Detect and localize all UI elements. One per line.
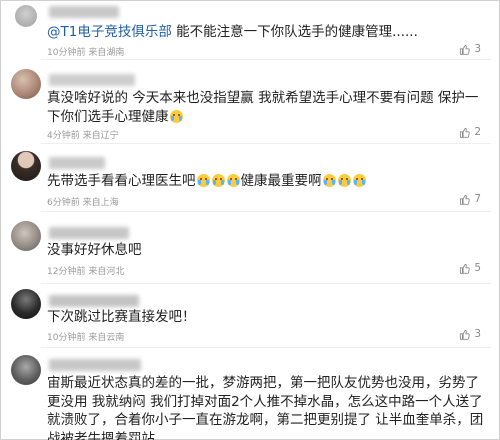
crying-emoji-icon bbox=[169, 110, 183, 123]
comment-time: 4分钟前 bbox=[47, 131, 80, 141]
avatar[interactable] bbox=[11, 221, 41, 251]
comment-item: 真没啥好说的 今天本来也没指望赢 我就希望选手心理不要有问题 保护一下你们选手心… bbox=[1, 61, 500, 143]
comment-list: @T1电子竞技俱乐部 能不能注意一下你队选手的健康管理...... 10分钟前 … bbox=[0, 0, 500, 440]
like-count: 5 bbox=[474, 262, 481, 274]
username-blurred[interactable] bbox=[49, 359, 141, 371]
like-count: 3 bbox=[474, 328, 481, 340]
crying-emoji-icon bbox=[352, 174, 366, 187]
mention-link[interactable]: @T1电子竞技俱乐部 bbox=[47, 24, 172, 40]
comment-text: 下次跳过比赛直接发吧！ bbox=[47, 308, 487, 327]
comment-body: 宙斯最近状态真的差的一批，梦游两把，第一把队友优势也没用，劣势了更没用 我就纳闷… bbox=[47, 375, 484, 440]
like-count: 7 bbox=[474, 193, 481, 205]
crying-emoji-icon bbox=[337, 174, 351, 187]
divider bbox=[41, 59, 491, 60]
thumbs-up-icon bbox=[460, 44, 471, 55]
comment-time: 6分钟前 bbox=[47, 198, 80, 208]
comment-location: 来自湖南 bbox=[88, 48, 125, 58]
comment-item: 没事好好休息吧 12分钟前 来自河北 5 bbox=[1, 213, 500, 283]
comment-body: 真没啥好说的 今天本来也没指望赢 我就希望选手心理不要有问题 保护一下你们选手心… bbox=[47, 90, 479, 125]
divider bbox=[41, 283, 491, 284]
avatar[interactable] bbox=[11, 69, 41, 99]
username-blurred[interactable] bbox=[49, 74, 135, 86]
comment-location: 来自辽宁 bbox=[82, 131, 119, 141]
comment-body: 下次跳过比赛直接发吧！ bbox=[47, 309, 196, 325]
avatar[interactable] bbox=[11, 151, 41, 181]
like-button[interactable]: 3 bbox=[459, 328, 481, 340]
comment-body: 健康最重要啊 bbox=[240, 173, 322, 189]
comment-time: 10分钟前 bbox=[47, 333, 86, 343]
username-blurred[interactable] bbox=[49, 6, 119, 18]
divider bbox=[41, 347, 491, 348]
comment-text: 真没啥好说的 今天本来也没指望赢 我就希望选手心理不要有问题 保护一下你们选手心… bbox=[47, 89, 487, 127]
comment-location: 来自河北 bbox=[88, 267, 125, 277]
comment-location: 来自云南 bbox=[88, 333, 125, 343]
comment-meta: 4分钟前 来自辽宁 bbox=[47, 128, 119, 141]
username-blurred[interactable] bbox=[49, 227, 129, 239]
comment-text: @T1电子竞技俱乐部 能不能注意一下你队选手的健康管理...... bbox=[47, 23, 487, 42]
comment-meta: 12分钟前 来自河北 bbox=[47, 264, 124, 277]
divider bbox=[41, 143, 491, 144]
crying-emoji-icon bbox=[211, 174, 225, 187]
comment-body: 先带选手看看心理医生吧 bbox=[47, 173, 196, 189]
avatar[interactable] bbox=[11, 355, 41, 385]
comment-item: 下次跳过比赛直接发吧！ 10分钟前 来自云南 3 bbox=[1, 285, 500, 347]
comment-location: 来自上海 bbox=[82, 198, 119, 208]
avatar[interactable] bbox=[11, 289, 41, 319]
comment-item: @T1电子竞技俱乐部 能不能注意一下你队选手的健康管理...... 10分钟前 … bbox=[1, 1, 500, 59]
username-blurred[interactable] bbox=[49, 157, 105, 169]
crying-emoji-icon bbox=[322, 174, 336, 187]
comment-item: 宙斯最近状态真的差的一批，梦游两把，第一把队友优势也没用，劣势了更没用 我就纳闷… bbox=[1, 349, 500, 440]
like-button[interactable]: 2 bbox=[459, 126, 481, 138]
crying-emoji-icon bbox=[196, 174, 210, 187]
username-blurred[interactable] bbox=[49, 295, 139, 307]
avatar[interactable] bbox=[15, 5, 37, 27]
comment-text: 宙斯最近状态真的差的一批，梦游两把，第一把队友优势也没用，劣势了更没用 我就纳闷… bbox=[47, 374, 487, 440]
comment-time: 10分钟前 bbox=[47, 48, 86, 58]
like-button[interactable]: 7 bbox=[459, 193, 481, 205]
thumbs-up-icon bbox=[460, 263, 471, 274]
thumbs-up-icon bbox=[460, 127, 471, 138]
thumbs-up-icon bbox=[460, 329, 471, 340]
comment-time: 12分钟前 bbox=[47, 267, 86, 277]
divider bbox=[41, 211, 491, 212]
comment-text: 没事好好休息吧 bbox=[47, 241, 487, 260]
like-button[interactable]: 3 bbox=[459, 43, 481, 55]
comment-meta: 10分钟前 来自湖南 bbox=[47, 45, 124, 58]
comment-meta: 6分钟前 来自上海 bbox=[47, 195, 119, 208]
comment-text: 先带选手看看心理医生吧 健康最重要啊 bbox=[47, 172, 487, 191]
crying-emoji-icon bbox=[226, 174, 240, 187]
thumbs-up-icon bbox=[460, 194, 471, 205]
like-button[interactable]: 5 bbox=[459, 262, 481, 274]
comment-body: 没事好好休息吧 bbox=[47, 242, 142, 258]
comment-meta: 10分钟前 来自云南 bbox=[47, 330, 124, 343]
like-count: 3 bbox=[474, 43, 481, 55]
comment-item: 先带选手看看心理医生吧 健康最重要啊 6分钟前 来自上海 7 bbox=[1, 145, 500, 211]
comment-body: 能不能注意一下你队选手的健康管理...... bbox=[176, 24, 418, 40]
like-count: 2 bbox=[474, 126, 481, 138]
